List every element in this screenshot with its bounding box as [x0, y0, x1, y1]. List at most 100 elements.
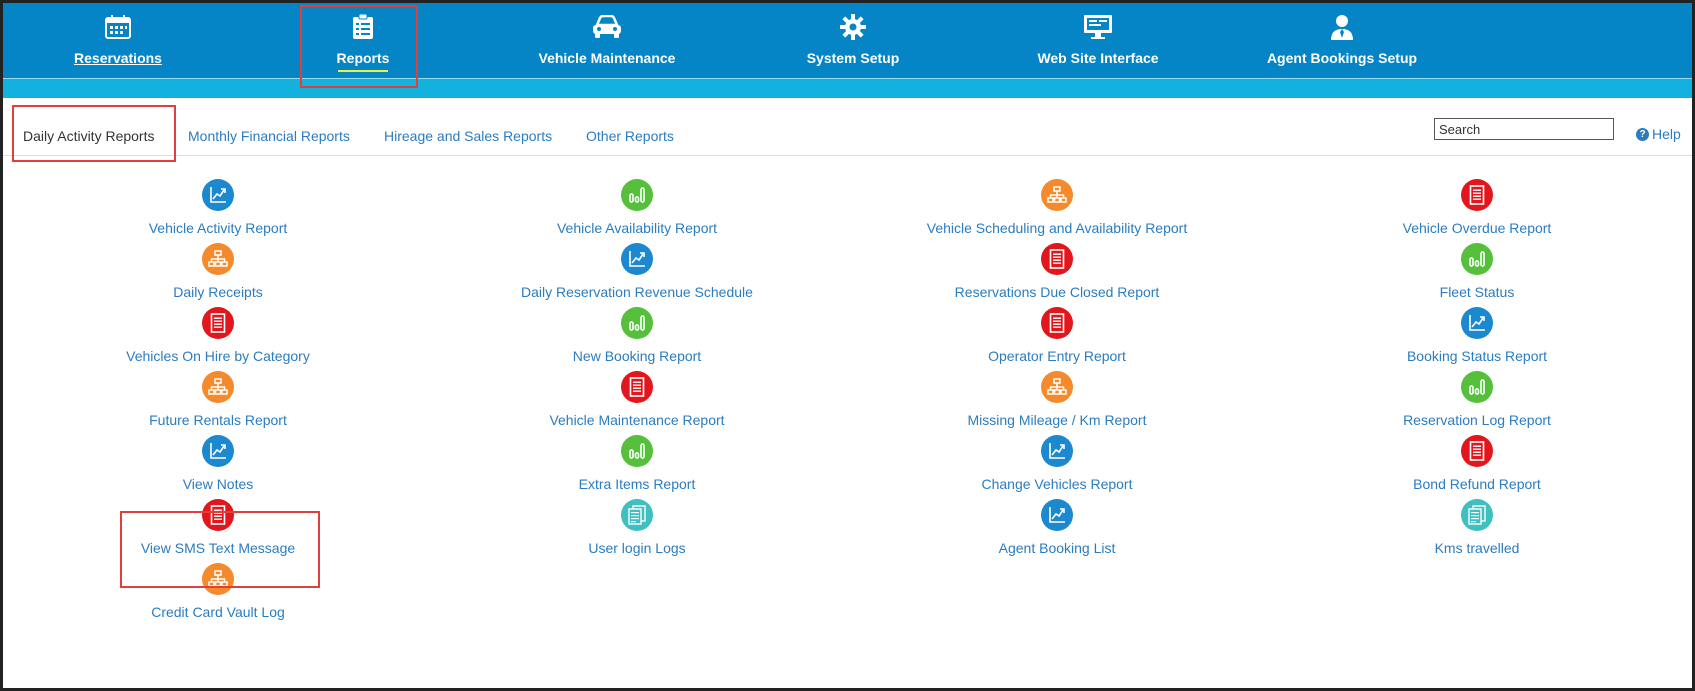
report-link-vehicle-scheduling-and-availability-report[interactable]: Vehicle Scheduling and Availability Repo… — [847, 179, 1267, 243]
org-chart-icon — [1041, 371, 1073, 403]
line-chart-icon — [1041, 435, 1073, 467]
monitor-icon — [1083, 13, 1113, 41]
bar-chart-icon — [621, 179, 653, 211]
bar-chart-icon — [1461, 371, 1493, 403]
report-label: Bond Refund Report — [1413, 476, 1541, 492]
active-indicator — [338, 70, 388, 72]
report-link-vehicle-activity-report[interactable]: Vehicle Activity Report — [8, 179, 428, 243]
report-link-daily-receipts[interactable]: Daily Receipts — [8, 243, 428, 307]
tab-other-reports[interactable]: Other Reports — [586, 128, 674, 144]
report-label: Booking Status Report — [1406, 348, 1548, 364]
help-link[interactable]: ? Help — [1636, 126, 1681, 142]
report-label: Extra Items Report — [578, 476, 696, 492]
report-link-view-sms-text-message[interactable]: View SMS Text Message — [8, 499, 428, 563]
document-icon — [202, 307, 234, 339]
report-label: Vehicle Maintenance Report — [549, 412, 725, 428]
line-chart-icon — [202, 435, 234, 467]
line-chart-icon — [621, 243, 653, 275]
report-label: Reservations Due Closed Report — [954, 284, 1160, 300]
nav-web-site-interface[interactable]: Web Site Interface — [1028, 3, 1168, 78]
report-label: Future Rentals Report — [149, 412, 287, 428]
document-icon — [1041, 307, 1073, 339]
log-list-icon — [1461, 499, 1493, 531]
report-link-vehicle-availability-report[interactable]: Vehicle Availability Report — [427, 179, 847, 243]
report-link-daily-reservation-revenue-schedule[interactable]: Daily Reservation Revenue Schedule — [427, 243, 847, 307]
report-label: Vehicle Activity Report — [148, 220, 288, 236]
nav-agent-bookings-setup-label: Agent Bookings Setup — [1266, 50, 1418, 66]
report-link-user-login-logs[interactable]: User login Logs — [427, 499, 847, 563]
report-label: User login Logs — [588, 540, 686, 556]
car-icon — [591, 13, 623, 41]
report-link-view-notes[interactable]: View Notes — [8, 435, 428, 499]
report-link-vehicle-overdue-report[interactable]: Vehicle Overdue Report — [1267, 179, 1687, 243]
bar-chart-icon — [1461, 243, 1493, 275]
document-icon — [1461, 179, 1493, 211]
line-chart-icon — [1041, 499, 1073, 531]
help-label: Help — [1652, 126, 1681, 142]
report-link-fleet-status[interactable]: Fleet Status — [1267, 243, 1687, 307]
top-nav: Reservations Reports Vehicle Maintenance… — [3, 3, 1692, 78]
nav-reservations[interactable]: Reservations — [58, 3, 178, 78]
report-label: View SMS Text Message — [140, 540, 296, 556]
report-tabs: Daily Activity Reports Monthly Financial… — [3, 98, 1692, 156]
org-chart-icon — [1041, 179, 1073, 211]
org-chart-icon — [202, 371, 234, 403]
report-link-extra-items-report[interactable]: Extra Items Report — [427, 435, 847, 499]
nav-system-setup[interactable]: System Setup — [793, 3, 913, 78]
tab-hireage-and-sales-reports[interactable]: Hireage and Sales Reports — [384, 128, 552, 144]
report-label: New Booking Report — [572, 348, 702, 364]
question-icon: ? — [1636, 127, 1649, 141]
report-link-agent-booking-list[interactable]: Agent Booking List — [847, 499, 1267, 563]
report-link-credit-card-vault-log[interactable]: Credit Card Vault Log — [8, 563, 428, 627]
tab-monthly-financial-reports[interactable]: Monthly Financial Reports — [188, 128, 350, 144]
report-label: Vehicle Availability Report — [556, 220, 718, 236]
report-link-reservations-due-closed-report[interactable]: Reservations Due Closed Report — [847, 243, 1267, 307]
line-chart-icon — [202, 179, 234, 211]
app-frame: Reservations Reports Vehicle Maintenance… — [0, 0, 1695, 691]
bar-chart-icon — [621, 435, 653, 467]
nav-vehicle-maintenance-label: Vehicle Maintenance — [538, 50, 676, 66]
report-link-new-booking-report[interactable]: New Booking Report — [427, 307, 847, 371]
nav-system-setup-label: System Setup — [806, 50, 900, 66]
report-label: Fleet Status — [1439, 284, 1515, 300]
agent-icon — [1330, 13, 1354, 41]
report-link-booking-status-report[interactable]: Booking Status Report — [1267, 307, 1687, 371]
report-label: Vehicle Overdue Report — [1402, 220, 1552, 236]
tab-daily-activity-reports[interactable]: Daily Activity Reports — [23, 128, 154, 144]
org-chart-icon — [202, 563, 234, 595]
line-chart-icon — [1461, 307, 1493, 339]
report-label: Vehicle Scheduling and Availability Repo… — [926, 220, 1188, 236]
report-link-change-vehicles-report[interactable]: Change Vehicles Report — [847, 435, 1267, 499]
report-label: Change Vehicles Report — [981, 476, 1133, 492]
report-link-bond-refund-report[interactable]: Bond Refund Report — [1267, 435, 1687, 499]
report-label: Vehicles On Hire by Category — [126, 348, 310, 364]
report-label: Daily Reservation Revenue Schedule — [521, 284, 753, 300]
nav-reports[interactable]: Reports — [303, 3, 423, 78]
report-link-future-rentals-report[interactable]: Future Rentals Report — [8, 371, 428, 435]
nav-reports-label: Reports — [336, 50, 390, 66]
report-link-vehicles-on-hire-by-category[interactable]: Vehicles On Hire by Category — [8, 307, 428, 371]
sub-bar — [3, 78, 1692, 98]
nav-vehicle-maintenance[interactable]: Vehicle Maintenance — [537, 3, 677, 78]
document-icon — [202, 499, 234, 531]
report-label: Reservation Log Report — [1403, 412, 1551, 428]
report-label: Agent Booking List — [998, 540, 1116, 556]
report-link-operator-entry-report[interactable]: Operator Entry Report — [847, 307, 1267, 371]
log-list-icon — [621, 499, 653, 531]
report-label: Missing Mileage / Km Report — [967, 412, 1147, 428]
org-chart-icon — [202, 243, 234, 275]
document-icon — [1461, 435, 1493, 467]
report-link-vehicle-maintenance-report[interactable]: Vehicle Maintenance Report — [427, 371, 847, 435]
report-link-kms-travelled[interactable]: Kms travelled — [1267, 499, 1687, 563]
report-label: Operator Entry Report — [988, 348, 1126, 364]
search-input[interactable] — [1434, 118, 1614, 140]
report-label: Credit Card Vault Log — [151, 604, 285, 620]
nav-reservations-label: Reservations — [74, 50, 162, 66]
report-link-reservation-log-report[interactable]: Reservation Log Report — [1267, 371, 1687, 435]
gear-icon — [840, 13, 866, 41]
report-link-missing-mileage-km-report[interactable]: Missing Mileage / Km Report — [847, 371, 1267, 435]
report-label: Daily Receipts — [173, 284, 263, 300]
nav-agent-bookings-setup[interactable]: Agent Bookings Setup — [1262, 3, 1422, 78]
checklist-icon — [352, 13, 374, 41]
report-label: Kms travelled — [1434, 540, 1520, 556]
